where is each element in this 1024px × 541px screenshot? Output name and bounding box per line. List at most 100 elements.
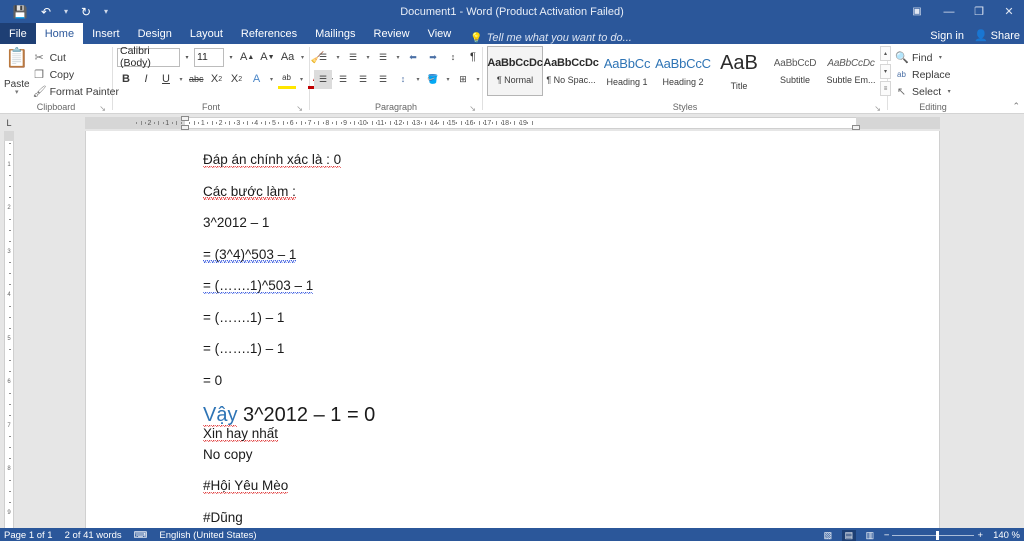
text-effects-caret-icon[interactable]: ▾ (268, 76, 276, 83)
font-name-caret-icon[interactable]: ▾ (182, 54, 192, 61)
paragraph[interactable]: No copy (203, 447, 919, 462)
underline-button[interactable]: U (157, 70, 175, 89)
shrink-font-button[interactable]: A ▼ (258, 48, 276, 67)
horizontal-ruler[interactable]: 2 1 1 2 3 4 5 6 7 8 9 10 11 12 13 14 15 16 17 18 19 (18, 115, 1024, 130)
italic-button[interactable]: I (137, 70, 155, 89)
paragraph[interactable]: = 0 (203, 373, 919, 388)
borders-button[interactable]: ⊞ (454, 70, 472, 89)
language-indicator[interactable]: English (United States) (159, 530, 256, 541)
paragraph[interactable]: 3^2012 – 1 (203, 216, 919, 230)
bold-button[interactable]: B (117, 70, 135, 89)
align-center-button[interactable]: ☰ (334, 70, 352, 89)
collapse-ribbon-icon[interactable]: ⌃ (1012, 101, 1020, 112)
tab-home[interactable]: Home (35, 23, 84, 44)
customize-qat-icon[interactable]: ▾ (99, 1, 113, 22)
style-title[interactable]: AaB Title (711, 46, 767, 96)
highlight-button[interactable]: ab (277, 70, 296, 89)
document-canvas[interactable]: Đáp án chính xác là : 0 Các bước làm : 3… (18, 131, 1024, 528)
left-indent-marker[interactable] (181, 124, 189, 130)
tab-review[interactable]: Review (365, 23, 419, 44)
tab-mailings[interactable]: Mailings (306, 23, 364, 44)
ribbon-tab-bar[interactable]: File Home Insert Design Layout Reference… (0, 23, 1024, 44)
paragraph[interactable]: = (…….1) – 1 (203, 310, 919, 325)
style-heading-2[interactable]: AaBbCcC Heading 2 (655, 46, 711, 96)
paragraph[interactable]: #Hội Yêu Mèo (203, 478, 919, 494)
multilevel-caret-icon[interactable]: ▾ (394, 54, 402, 61)
find-button[interactable]: 🔍 Find ▾ (892, 49, 956, 66)
paragraph[interactable]: Xin hay nhất (203, 426, 919, 442)
style-subtitle[interactable]: AaBbCcD Subtitle (767, 46, 823, 96)
subscript-button[interactable]: X2 (208, 70, 226, 89)
zoom-in-button[interactable]: + (977, 530, 983, 541)
document-body[interactable]: Đáp án chính xác là : 0 Các bước làm : 3… (203, 152, 919, 528)
zoom-out-button[interactable]: − (884, 530, 890, 541)
zoom-thumb[interactable] (936, 530, 940, 540)
grow-font-button[interactable]: A ▲ (238, 48, 256, 67)
text-effects-button[interactable]: A (248, 70, 266, 89)
heading-paragraph[interactable]: Vậy 3^2012 – 1 = 0 (203, 404, 919, 427)
tab-design[interactable]: Design (129, 23, 181, 44)
ribbon-display-options-icon[interactable]: ▣ (900, 0, 934, 23)
multilevel-list-button[interactable]: ☰ (374, 48, 392, 67)
align-right-button[interactable]: ☰ (354, 70, 372, 89)
paragraph[interactable]: = (…….1)^503 – 1 (203, 278, 919, 294)
borders-caret-icon[interactable]: ▾ (474, 76, 482, 83)
page-indicator[interactable]: Page 1 of 1 (4, 530, 53, 541)
justify-button[interactable]: ☰ (374, 70, 392, 89)
close-icon[interactable]: ✕ (994, 0, 1024, 23)
right-indent-marker[interactable] (852, 124, 860, 130)
save-icon[interactable]: 💾 (7, 1, 33, 22)
proofing-status-icon[interactable]: ⌨ (134, 530, 148, 541)
decrease-indent-button[interactable]: ⬅ (404, 48, 422, 67)
first-line-indent-marker[interactable] (181, 115, 189, 121)
bullets-caret-icon[interactable]: ▾ (334, 54, 342, 61)
paragraph[interactable]: Đáp án chính xác là : 0 (203, 152, 919, 168)
font-size-caret-icon[interactable]: ▾ (226, 54, 236, 61)
align-left-button[interactable]: ☰ (314, 69, 332, 89)
find-caret-icon[interactable]: ▾ (936, 54, 944, 61)
zoom-level[interactable]: 140 % (990, 530, 1020, 541)
shading-caret-icon[interactable]: ▾ (444, 76, 452, 83)
change-case-caret-icon[interactable]: ▾ (299, 54, 307, 61)
window-controls[interactable]: ▣ — ❐ ✕ (900, 0, 1024, 23)
zoom-track[interactable] (892, 530, 975, 540)
tab-references[interactable]: References (232, 23, 306, 44)
undo-dropdown-icon[interactable]: ▾ (59, 1, 73, 22)
sort-button[interactable]: ↕ (444, 48, 462, 67)
tab-insert[interactable]: Insert (83, 23, 129, 44)
style-normal[interactable]: AaBbCcDc ¶ Normal (487, 46, 543, 96)
highlight-caret-icon[interactable]: ▾ (298, 76, 306, 83)
replace-button[interactable]: ab Replace (892, 66, 956, 83)
cut-button[interactable]: ✂ Cut (30, 49, 122, 66)
print-layout-view-button[interactable]: ▤ (841, 529, 856, 541)
style-heading-1[interactable]: AaBbCc Heading 1 (599, 46, 655, 96)
word-count[interactable]: 2 of 41 words (65, 530, 122, 541)
select-caret-icon[interactable]: ▾ (945, 88, 953, 95)
paste-button[interactable]: 📋 Paste ▾ (4, 46, 30, 97)
tab-layout[interactable]: Layout (181, 23, 232, 44)
change-case-button[interactable]: Aa (279, 48, 297, 67)
paragraph[interactable]: = (…….1) – 1 (203, 342, 919, 356)
increase-indent-button[interactable]: ➡ (424, 48, 442, 67)
numbering-caret-icon[interactable]: ▾ (364, 54, 372, 61)
shading-button[interactable]: 🪣 (424, 70, 442, 89)
paragraph[interactable]: #Dũng (203, 510, 919, 525)
zoom-slider[interactable]: − + (884, 530, 983, 541)
read-mode-view-button[interactable]: ▧ (821, 530, 835, 541)
show-formatting-marks-button[interactable]: ¶ (464, 48, 482, 67)
style-no-spacing[interactable]: AaBbCcDc ¶ No Spac... (543, 46, 599, 96)
bullets-button[interactable]: ☰ (314, 48, 332, 67)
copy-button[interactable]: ❐ Copy (30, 66, 122, 83)
style-subtle-emphasis[interactable]: AaBbCcDc Subtle Em... (823, 46, 879, 96)
share-button[interactable]: 👤 Share (974, 29, 1020, 43)
tab-view[interactable]: View (419, 23, 461, 44)
undo-icon[interactable]: ↶ (33, 1, 59, 22)
paste-caret-icon[interactable]: ▾ (15, 89, 19, 96)
account-area[interactable]: Sign in 👤 Share (930, 29, 1020, 43)
strikethrough-button[interactable]: abc (187, 70, 206, 89)
redo-icon[interactable]: ↻ (73, 1, 99, 22)
superscript-button[interactable]: X2 (228, 70, 246, 89)
select-button[interactable]: ↖ Select ▾ (892, 83, 956, 100)
font-name-input[interactable]: Calibri (Body) (117, 45, 180, 69)
font-size-input[interactable]: 11 (194, 47, 224, 67)
